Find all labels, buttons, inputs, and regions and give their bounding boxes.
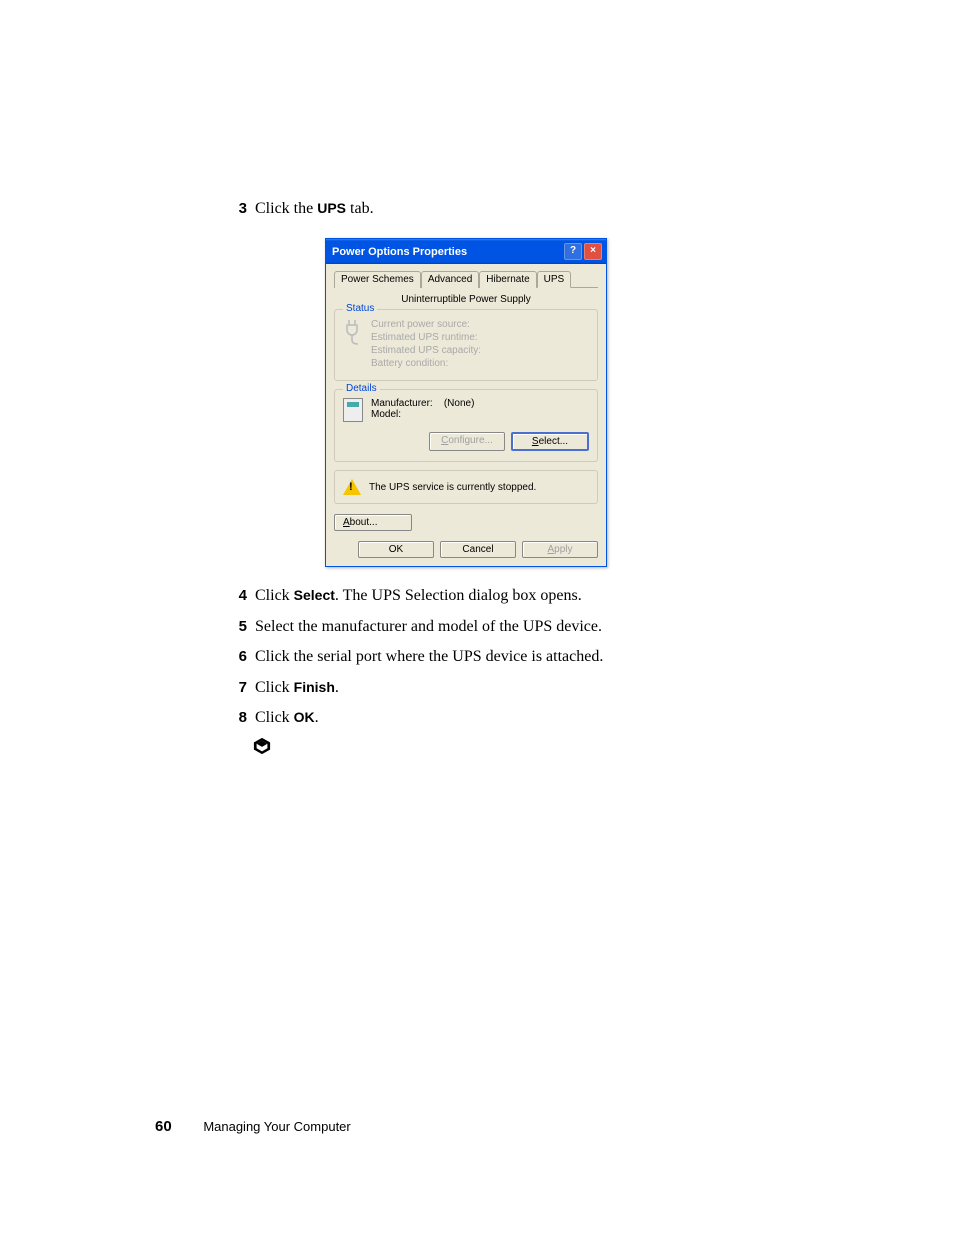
- tab-power-schemes[interactable]: Power Schemes: [334, 271, 421, 288]
- titlebar-buttons: ? ×: [564, 243, 602, 260]
- text-part: .: [335, 679, 339, 696]
- step-text: Click OK.: [255, 707, 785, 729]
- model-label: Model:: [371, 409, 474, 420]
- dialog-titlebar: Power Options Properties ? ×: [326, 239, 606, 264]
- step-7: 7 Click Finish.: [225, 677, 785, 699]
- step-text: Click Finish.: [255, 677, 785, 699]
- plug-icon: [343, 318, 363, 370]
- page-number: 60: [155, 1118, 172, 1135]
- text-part: Click the: [255, 200, 317, 217]
- text-part: .: [315, 709, 319, 726]
- step-text: Click the UPS tab.: [255, 198, 785, 220]
- manufacturer-value: (None): [444, 398, 475, 409]
- warning-icon: [343, 479, 361, 495]
- tab-ups[interactable]: UPS: [537, 271, 572, 288]
- step-number: 8: [225, 707, 255, 729]
- step-5: 5 Select the manufacturer and model of t…: [225, 616, 785, 638]
- step-number: 5: [225, 616, 255, 638]
- section-title: Managing Your Computer: [203, 1119, 350, 1134]
- text-part: Click: [255, 587, 294, 604]
- tab-advanced[interactable]: Advanced: [421, 271, 479, 288]
- text-bold: Finish: [294, 679, 335, 695]
- step-number: 4: [225, 585, 255, 607]
- step-number: 7: [225, 677, 255, 699]
- ok-button[interactable]: OK: [358, 541, 434, 558]
- status-label: Status: [343, 303, 377, 314]
- close-icon[interactable]: ×: [584, 243, 602, 260]
- step-text: Click the serial port where the UPS devi…: [255, 646, 785, 668]
- step-number: 3: [225, 198, 255, 220]
- status-line: Estimated UPS runtime:: [371, 331, 481, 344]
- details-label: Details: [343, 383, 380, 394]
- manufacturer-label: Manufacturer:: [371, 398, 433, 409]
- status-line: Estimated UPS capacity:: [371, 344, 481, 357]
- end-section-icon: [253, 737, 785, 760]
- step-text: Click Select. The UPS Selection dialog b…: [255, 585, 785, 607]
- status-line: Battery condition:: [371, 357, 481, 370]
- text-bold: UPS: [317, 200, 346, 216]
- status-group: Status Current power source: Estimated U…: [334, 309, 598, 381]
- text-bold: OK: [294, 709, 315, 725]
- details-text: Manufacturer: (None) Model:: [371, 398, 474, 422]
- step-8: 8 Click OK.: [225, 707, 785, 729]
- step-6: 6 Click the serial port where the UPS de…: [225, 646, 785, 668]
- step-number: 6: [225, 646, 255, 668]
- about-button[interactable]: About...: [334, 514, 412, 531]
- step-text: Select the manufacturer and model of the…: [255, 616, 785, 638]
- power-options-dialog: Power Options Properties ? × Power Schem…: [325, 238, 607, 567]
- cancel-button[interactable]: Cancel: [440, 541, 516, 558]
- help-icon[interactable]: ?: [564, 243, 582, 260]
- text-part: Click: [255, 709, 294, 726]
- text-bold: Select: [294, 587, 335, 603]
- select-button[interactable]: Select...: [511, 432, 589, 451]
- text-part: . The UPS Selection dialog box opens.: [335, 587, 582, 604]
- ups-device-icon: [343, 398, 363, 422]
- apply-button[interactable]: Apply: [522, 541, 598, 558]
- step-3: 3 Click the UPS tab.: [225, 198, 785, 220]
- tab-hibernate[interactable]: Hibernate: [479, 271, 536, 288]
- dialog-title: Power Options Properties: [332, 246, 467, 258]
- status-lines: Current power source: Estimated UPS runt…: [371, 318, 481, 370]
- dialog-body: Power Schemes Advanced Hibernate UPS Uni…: [326, 264, 606, 566]
- warning-box: The UPS service is currently stopped.: [334, 470, 598, 504]
- status-line: Current power source:: [371, 318, 481, 331]
- warning-text: The UPS service is currently stopped.: [369, 482, 536, 493]
- dialog-screenshot: Power Options Properties ? × Power Schem…: [325, 238, 785, 567]
- dialog-footer: OK Cancel Apply: [334, 537, 598, 558]
- details-group: Details Manufacturer: (None) Model:: [334, 389, 598, 462]
- step-4: 4 Click Select. The UPS Selection dialog…: [225, 585, 785, 607]
- text-part: tab.: [346, 200, 374, 217]
- page-footer: 60 Managing Your Computer: [155, 1118, 351, 1135]
- text-part: Click: [255, 679, 294, 696]
- configure-button[interactable]: Configure...: [429, 432, 505, 451]
- tab-strip: Power Schemes Advanced Hibernate UPS: [334, 270, 598, 288]
